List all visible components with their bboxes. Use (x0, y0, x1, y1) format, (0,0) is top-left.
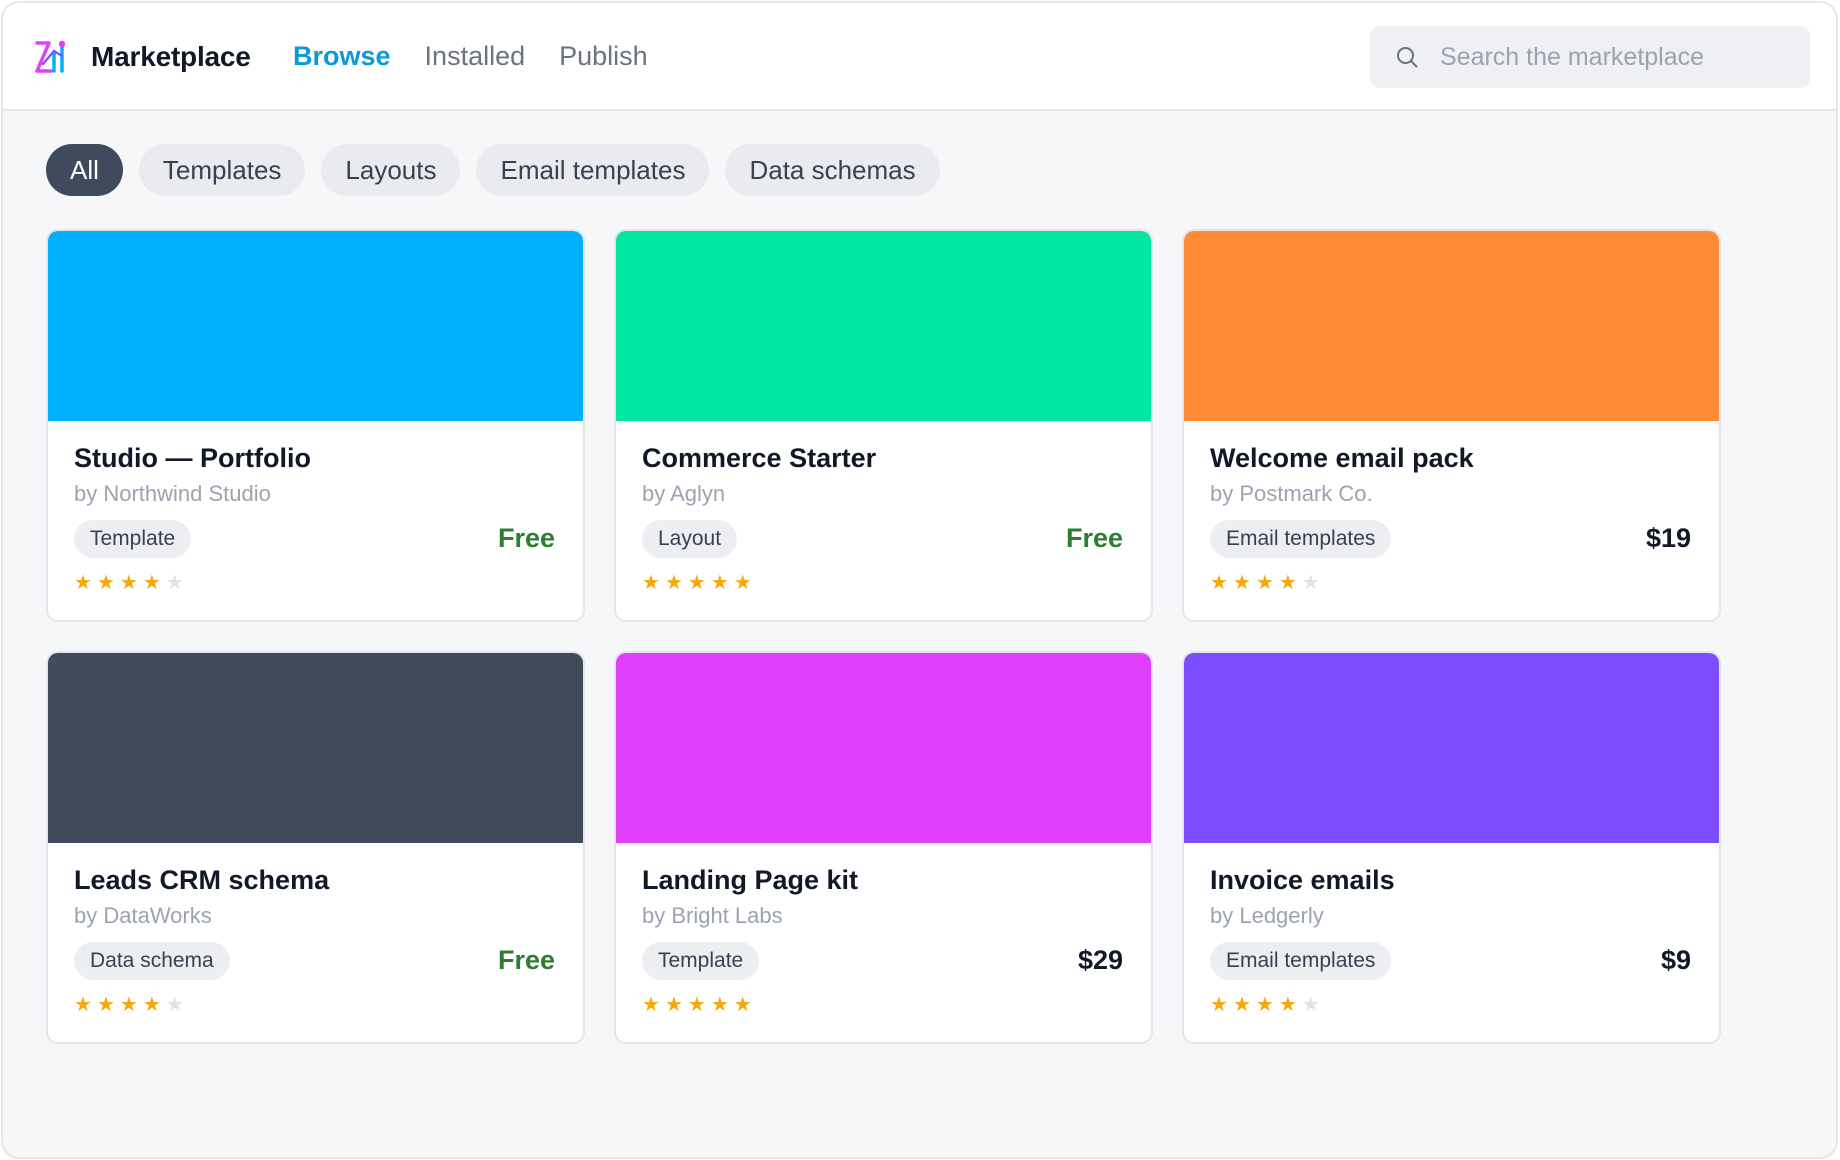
star-icon: ★ (733, 994, 752, 1016)
card-body: Landing Page kit by Bright Labs Template… (616, 843, 1151, 1042)
tab-browse[interactable]: Browse (293, 41, 391, 72)
star-icon: ★ (687, 572, 706, 594)
listing-card[interactable]: Studio — Portfolio by Northwind Studio T… (46, 229, 585, 622)
star-icon: ★ (1255, 994, 1274, 1016)
star-icon: ★ (1278, 994, 1297, 1016)
star-icon: ★ (664, 572, 683, 594)
card-author: by Postmark Co. (1210, 481, 1373, 506)
card-category-badge: Data schema (74, 942, 230, 980)
card-cover-image (616, 231, 1151, 421)
card-body: Welcome email pack by Postmark Co. Email… (1184, 421, 1719, 620)
star-icon: ★ (1210, 572, 1228, 594)
card-price: $29 (1077, 945, 1123, 975)
star-icon: ★ (733, 572, 752, 594)
card-author: by Northwind Studio (74, 481, 271, 506)
card-price: $9 (1660, 945, 1691, 975)
card-body: Invoice emails by Ledgerly Email templat… (1184, 843, 1719, 1042)
star-icon: ★ (710, 572, 729, 594)
star-icon: ★ (1255, 572, 1274, 594)
card-body: Studio — Portfolio by Northwind Studio T… (48, 421, 583, 620)
marketplace-logo-icon (35, 40, 66, 73)
card-title: Leads CRM schema (74, 865, 330, 895)
star-icon: ★ (1278, 572, 1297, 594)
listing-card[interactable]: Invoice emails by Ledgerly Email templat… (1182, 651, 1721, 1044)
star-rating: ★ ★ ★ ★ ★ (1210, 573, 1320, 593)
star-rating: ★ ★ ★ ★ ★ (74, 573, 184, 593)
star-icon: ★ (96, 994, 115, 1016)
card-price: Free (497, 523, 555, 553)
category-filters: All Templates Layouts Email templates Da… (46, 144, 940, 196)
app-title: Marketplace (91, 41, 251, 72)
filter-chip-email-templates[interactable]: Email templates (476, 144, 710, 196)
star-rating: ★ ★ ★ ★ ★ (1210, 995, 1320, 1015)
card-author: by Bright Labs (642, 903, 783, 928)
star-icon: ★ (74, 994, 92, 1016)
card-category-badge: Layout (642, 520, 738, 558)
card-author: by Aglyn (642, 481, 726, 506)
listing-card[interactable]: Leads CRM schema by DataWorks Data schem… (46, 651, 585, 1044)
card-title: Landing Page kit (642, 865, 859, 895)
card-body: Leads CRM schema by DataWorks Data schem… (48, 843, 583, 1042)
star-icon: ★ (687, 994, 706, 1016)
star-icon: ★ (142, 994, 161, 1016)
star-rating: ★ ★ ★ ★ ★ (642, 573, 752, 593)
star-icon: ★ (1210, 994, 1228, 1016)
card-category-badge: Email templates (1210, 520, 1392, 558)
filter-chip-templates[interactable]: Templates (138, 144, 306, 196)
star-icon: ★ (1301, 994, 1320, 1016)
tab-publish[interactable]: Publish (559, 41, 648, 72)
star-icon: ★ (119, 994, 138, 1016)
card-price: Free (497, 945, 555, 975)
card-cover-image (616, 653, 1151, 843)
star-icon: ★ (1301, 572, 1320, 594)
star-icon: ★ (642, 572, 660, 594)
card-cover-image (1184, 653, 1719, 843)
marketplace-window: Marketplace Browse Installed Publish All… (1, 1, 1838, 1159)
card-cover-image (48, 231, 583, 421)
star-icon: ★ (96, 572, 115, 594)
card-cover-image (1184, 231, 1719, 421)
card-body: Commerce Starter by Aglyn Layout Free ★ ★… (616, 421, 1151, 620)
card-title: Commerce Starter (642, 443, 877, 473)
filter-chip-layouts[interactable]: Layouts (321, 144, 461, 196)
card-title: Welcome email pack (1210, 443, 1474, 473)
listing-card[interactable]: Landing Page kit by Bright Labs Template… (614, 651, 1153, 1044)
listing-card[interactable]: Welcome email pack by Postmark Co. Email… (1182, 229, 1721, 622)
star-icon: ★ (142, 572, 161, 594)
card-title: Studio — Portfolio (74, 443, 311, 473)
filter-chip-data-schemas[interactable]: Data schemas (725, 144, 940, 196)
star-rating: ★ ★ ★ ★ ★ (74, 995, 184, 1015)
card-title: Invoice emails (1210, 865, 1395, 895)
card-author: by DataWorks (74, 903, 212, 928)
filter-chip-all[interactable]: All (46, 144, 123, 196)
star-icon: ★ (1232, 994, 1251, 1016)
card-price: $19 (1645, 523, 1691, 553)
star-icon: ★ (119, 572, 138, 594)
card-category-badge: Email templates (1210, 942, 1392, 980)
card-category-badge: Template (642, 942, 760, 980)
card-author: by Ledgerly (1210, 903, 1324, 928)
main-nav: Browse Installed Publish (293, 41, 648, 72)
search-input[interactable] (1440, 26, 1790, 88)
star-icon: ★ (74, 572, 92, 594)
tab-installed[interactable]: Installed (425, 41, 526, 72)
star-icon: ★ (710, 994, 729, 1016)
star-icon: ★ (642, 994, 660, 1016)
star-rating: ★ ★ ★ ★ ★ (642, 995, 752, 1015)
card-category-badge: Template (74, 520, 192, 558)
top-bar: Marketplace Browse Installed Publish (3, 3, 1836, 111)
star-icon: ★ (165, 572, 184, 594)
star-icon: ★ (664, 994, 683, 1016)
star-icon: ★ (1232, 572, 1251, 594)
card-price: Free (1065, 523, 1123, 553)
search-icon (1397, 47, 1418, 68)
card-cover-image (48, 653, 583, 843)
listing-grid: Studio — Portfolio by Northwind Studio T… (46, 229, 1721, 1044)
listing-card[interactable]: Commerce Starter by Aglyn Layout Free ★ ★… (614, 229, 1153, 622)
search-box[interactable] (1370, 26, 1810, 88)
star-icon: ★ (165, 994, 184, 1016)
